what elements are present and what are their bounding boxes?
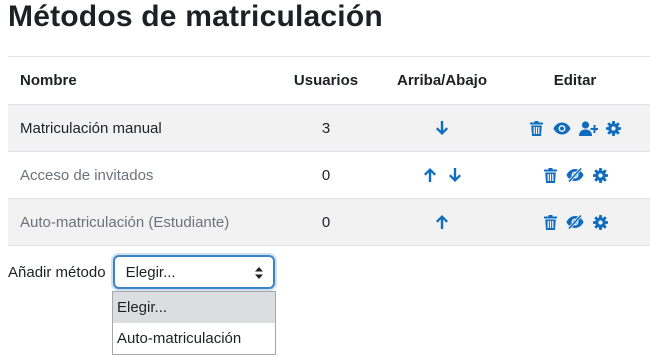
- method-users: 0: [321, 213, 331, 231]
- add-method-select[interactable]: Elegir...: [112, 255, 275, 289]
- edit-cell: [508, 105, 642, 151]
- cog-icon[interactable]: [606, 120, 622, 136]
- method-name: Matriculación manual: [20, 119, 162, 137]
- arrow-down-icon[interactable]: [434, 120, 450, 136]
- arrow-down-icon[interactable]: [447, 167, 463, 183]
- cog-icon[interactable]: [592, 214, 608, 230]
- page-title: Métodos de matriculación: [8, 0, 383, 33]
- header-updown: Arriba/Abajo: [396, 72, 487, 89]
- table-row: Acceso de invitados 0: [8, 152, 650, 199]
- updown-cell: [394, 152, 490, 198]
- table-header-row: Nombre Usuarios Arriba/Abajo Editar: [8, 57, 650, 105]
- add-method-row: Añadir método Elegir...: [8, 252, 275, 292]
- arrow-up-icon[interactable]: [422, 167, 438, 183]
- table-row: Matriculación manual 3: [8, 105, 650, 152]
- edit-cell: [508, 152, 642, 198]
- add-method-dropdown: Elegir... Auto-matriculación: [112, 291, 276, 355]
- dropdown-option[interactable]: Auto-matriculación: [113, 323, 275, 354]
- header-users: Usuarios: [293, 72, 359, 89]
- arrow-up-icon[interactable]: [434, 214, 450, 230]
- eye-slash-icon[interactable]: [566, 167, 584, 183]
- select-value: Elegir...: [125, 263, 176, 281]
- method-users: 0: [321, 166, 331, 184]
- trash-icon[interactable]: [529, 120, 545, 136]
- user-plus-icon[interactable]: [578, 120, 598, 136]
- add-method-label: Añadir método: [8, 263, 106, 281]
- cog-icon[interactable]: [592, 167, 608, 183]
- trash-icon[interactable]: [542, 167, 558, 183]
- updown-cell: [394, 105, 490, 151]
- eye-icon[interactable]: [553, 120, 571, 136]
- dropdown-option[interactable]: Elegir...: [113, 292, 275, 323]
- method-name: Auto-matriculación (Estudiante): [20, 213, 230, 231]
- method-name: Acceso de invitados: [20, 166, 154, 184]
- method-users: 3: [321, 119, 331, 137]
- eye-slash-icon[interactable]: [566, 214, 584, 230]
- trash-icon[interactable]: [542, 214, 558, 230]
- header-edit: Editar: [553, 72, 597, 89]
- table-row: Auto-matriculación (Estudiante) 0: [8, 199, 650, 246]
- header-name: Nombre: [20, 72, 77, 89]
- select-arrows-icon: [254, 266, 263, 283]
- updown-cell: [394, 199, 490, 245]
- enrolment-methods-table: Nombre Usuarios Arriba/Abajo Editar Matr…: [8, 56, 650, 246]
- edit-cell: [508, 199, 642, 245]
